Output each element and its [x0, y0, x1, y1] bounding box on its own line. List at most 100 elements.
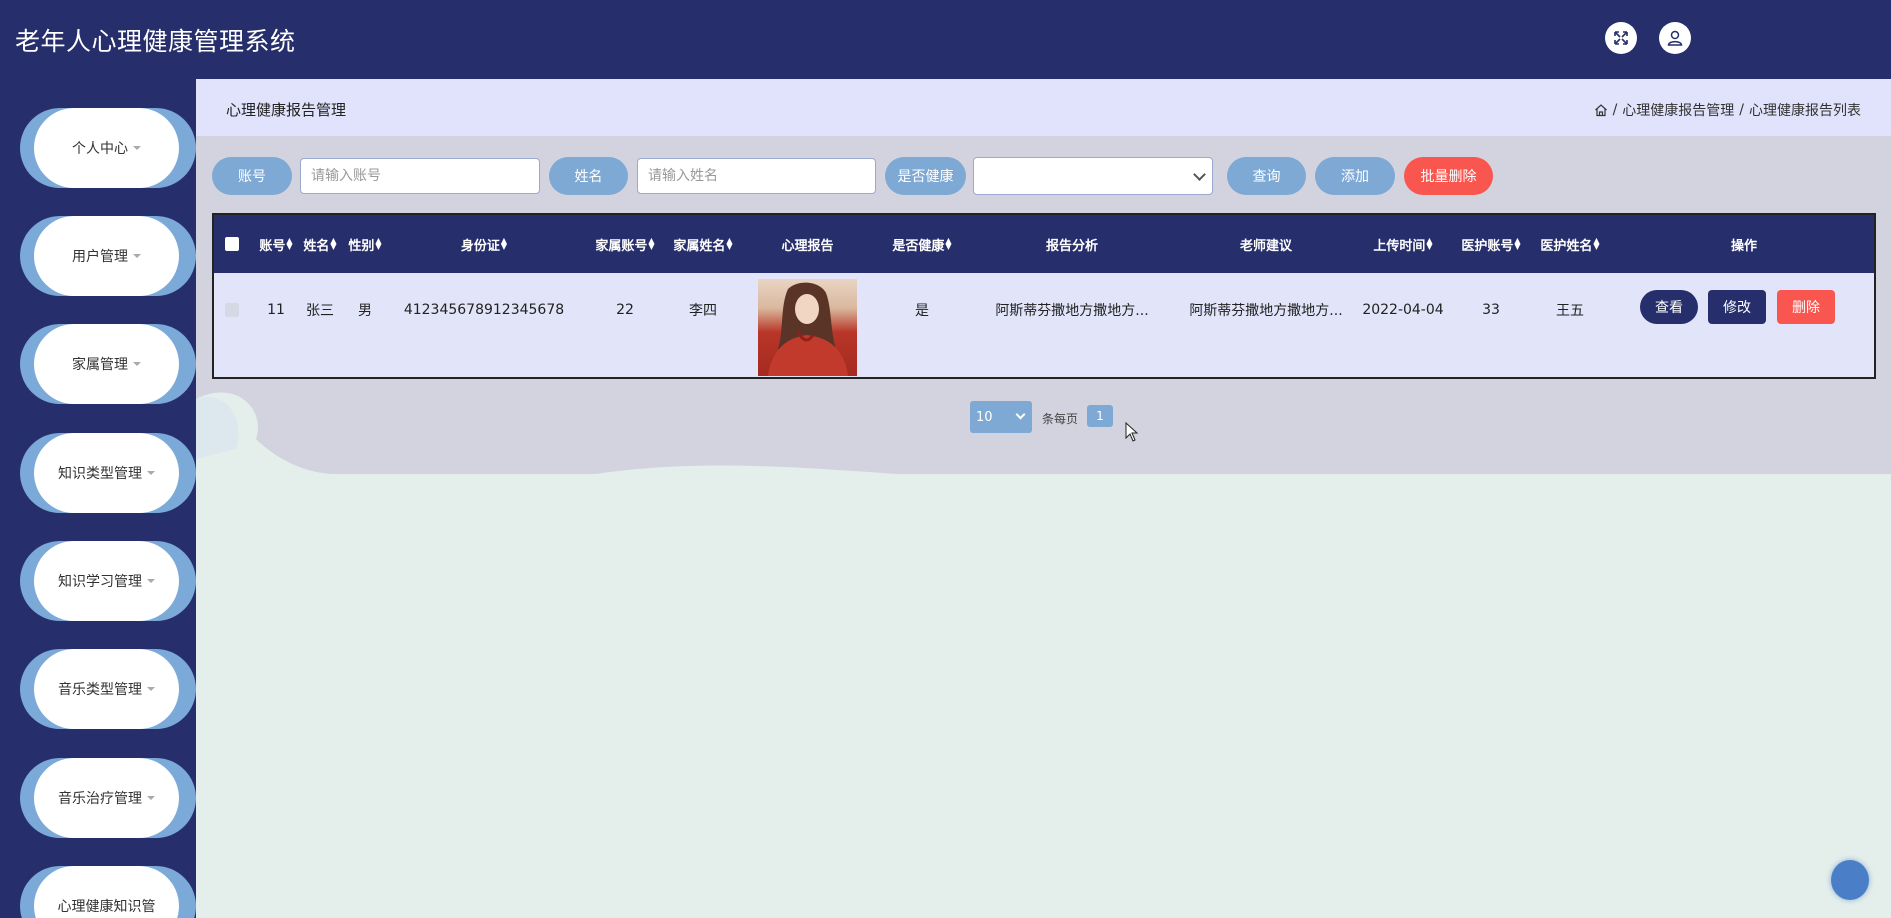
col-header-family-name[interactable]: 家属姓名 ▲ ▼ [665, 215, 741, 273]
background-wave [196, 392, 1891, 499]
name-input[interactable] [637, 158, 876, 194]
caret-down-icon [147, 687, 155, 691]
sort-icon: ▲ ▼ [286, 236, 293, 251]
caret-down-icon [133, 362, 141, 366]
sort-icon: ▲ ▼ [648, 236, 655, 251]
sidebar-item-user-management[interactable]: 用户管理 [20, 216, 196, 296]
caret-down-icon [147, 796, 155, 800]
cell-name: 张三 [306, 303, 334, 319]
app-title: 老年人心理健康管理系统 [15, 27, 296, 56]
sidebar-item-label: 家属管理 [72, 357, 128, 373]
col-header-family-account[interactable]: 家属账号 ▲ ▼ [587, 215, 663, 273]
top-bar: 老年人心理健康管理系统 [0, 0, 1891, 79]
sidebar: 个人中心 用户管理 家属管理 知识类型管理 知识学习管理 音乐类型管理 音乐治疗… [0, 79, 196, 918]
page-number-button[interactable]: 1 [1087, 405, 1113, 427]
col-header-report: 心理报告 [781, 238, 834, 254]
mouse-cursor-icon [1125, 422, 1139, 442]
cell-analysis: 阿斯蒂芬撒地方撒地方... [995, 303, 1149, 319]
cell-medical-account: 33 [1482, 302, 1500, 318]
sidebar-item-music-type[interactable]: 音乐类型管理 [20, 649, 196, 729]
page-title: 心理健康报告管理 [226, 101, 347, 119]
sidebar-item-knowledge-type[interactable]: 知识类型管理 [20, 433, 196, 513]
chevron-down-icon [1015, 409, 1026, 420]
sort-icon: ▲ ▼ [500, 236, 508, 251]
cell-healthy: 是 [915, 303, 929, 319]
page-size-value: 10 [976, 409, 993, 425]
col-header-account[interactable]: 账号 ▲ ▼ [256, 215, 296, 273]
sidebar-item-knowledge-learning[interactable]: 知识学习管理 [20, 541, 196, 621]
breadcrumb-item-report-list: 心理健康报告列表 [1749, 103, 1861, 119]
breadcrumb: / 心理健康报告管理 / 心理健康报告列表 [1594, 100, 1861, 120]
col-header-gender[interactable]: 性别 ▲ ▼ [344, 215, 386, 273]
view-button[interactable]: 查看 [1640, 290, 1698, 324]
sidebar-item-label: 个人中心 [72, 141, 128, 157]
col-header-actions: 操作 [1730, 238, 1757, 254]
col-header-upload-time[interactable]: 上传时间 ▲ ▼ [1350, 215, 1456, 273]
caret-down-icon [147, 579, 155, 583]
delete-button[interactable]: 删除 [1777, 290, 1835, 324]
sidebar-item-label: 知识类型管理 [58, 466, 142, 482]
cell-id-card: 412345678912345678 [403, 302, 565, 318]
row-checkbox[interactable] [225, 303, 239, 317]
cell-account: 11 [267, 302, 285, 318]
cell-gender: 男 [358, 303, 372, 319]
breadcrumb-bar: 心理健康报告管理 / 心理健康报告管理 / 心理健康报告列表 [196, 79, 1891, 136]
sort-icon: ▲ ▼ [1593, 236, 1600, 251]
account-input[interactable] [300, 158, 540, 194]
batch-delete-button[interactable]: 批量删除 [1404, 157, 1493, 195]
chevron-down-icon [1193, 168, 1206, 181]
sidebar-item-label: 用户管理 [72, 249, 128, 265]
add-button[interactable]: 添加 [1315, 157, 1395, 195]
home-icon[interactable] [1594, 103, 1608, 117]
sort-icon: ▲ ▼ [1426, 236, 1433, 251]
sort-icon: ▲ ▼ [330, 236, 337, 251]
main-content: 心理健康报告管理 / 心理健康报告管理 / 心理健康报告列表 账号 姓名 是否健… [196, 79, 1891, 918]
user-icon [1667, 30, 1683, 46]
col-header-id-card[interactable]: 身份证 ▲ ▼ [394, 215, 574, 273]
col-header-name[interactable]: 姓名 ▲ ▼ [300, 215, 340, 273]
caret-down-icon [133, 254, 141, 258]
healthy-select[interactable] [973, 157, 1213, 195]
sidebar-item-label: 音乐类型管理 [58, 682, 142, 698]
report-table: 账号 ▲ ▼ 姓名 ▲ ▼ 性别 ▲ ▼ 身份证 ▲ ▼ 家属账号 ▲ ▼ 家属姓名 ▲ ▼ 心理报告 … [212, 213, 1876, 379]
table-header: 账号 ▲ ▼ 姓名 ▲ ▼ 性别 ▲ ▼ 身份证 ▲ ▼ 家属账号 ▲ ▼ 家属姓名 ▲ ▼ 心理报告 … [214, 215, 1874, 273]
floating-action-ball[interactable] [1831, 860, 1869, 900]
healthy-label: 是否健康 [885, 157, 966, 195]
per-page-label: 条每页 [1042, 412, 1079, 426]
fullscreen-button[interactable] [1605, 22, 1637, 54]
col-header-medical-name[interactable]: 医护姓名 ▲ ▼ [1532, 215, 1608, 273]
cell-family-name: 李四 [689, 303, 717, 319]
table-row [224, 273, 240, 347]
sidebar-item-mental-health-knowledge[interactable]: 心理健康知识管 [20, 866, 196, 918]
fullscreen-icon [1614, 31, 1628, 45]
sidebar-item-personal-center[interactable]: 个人中心 [20, 108, 196, 188]
report-image[interactable] [758, 279, 857, 376]
edit-button[interactable]: 修改 [1708, 290, 1766, 324]
page-size-select[interactable]: 10 [970, 401, 1032, 433]
sidebar-item-label: 音乐治疗管理 [58, 791, 142, 807]
cell-advice: 阿斯蒂芬撒地方撒地方... [1189, 303, 1343, 319]
sort-icon: ▲ ▼ [1514, 236, 1521, 251]
sort-icon: ▲ ▼ [726, 236, 733, 251]
breadcrumb-item-report-management[interactable]: 心理健康报告管理 [1622, 100, 1734, 120]
caret-down-icon [133, 146, 141, 150]
user-menu-button[interactable] [1659, 22, 1691, 54]
sidebar-item-music-therapy[interactable]: 音乐治疗管理 [20, 758, 196, 838]
breadcrumb-separator: / [1612, 102, 1618, 118]
account-label: 账号 [212, 157, 292, 195]
breadcrumb-separator: / [1739, 102, 1744, 118]
portrait-icon [768, 282, 848, 376]
name-label: 姓名 [549, 157, 628, 195]
cell-upload-time: 2022-04-04 [1362, 302, 1444, 318]
select-all-checkbox[interactable] [225, 237, 239, 251]
col-header-advice: 老师建议 [1239, 238, 1292, 254]
query-button[interactable]: 查询 [1227, 157, 1306, 195]
sidebar-item-label: 知识学习管理 [58, 574, 142, 590]
sort-icon: ▲ ▼ [945, 236, 952, 251]
cell-medical-name: 王五 [1556, 303, 1584, 319]
col-header-analysis: 报告分析 [1045, 238, 1098, 254]
cell-family-account: 22 [616, 302, 634, 318]
sidebar-item-family-management[interactable]: 家属管理 [20, 324, 196, 404]
col-header-medical-account[interactable]: 医护账号 ▲ ▼ [1452, 215, 1530, 273]
col-header-healthy[interactable]: 是否健康 ▲ ▼ [872, 215, 972, 273]
